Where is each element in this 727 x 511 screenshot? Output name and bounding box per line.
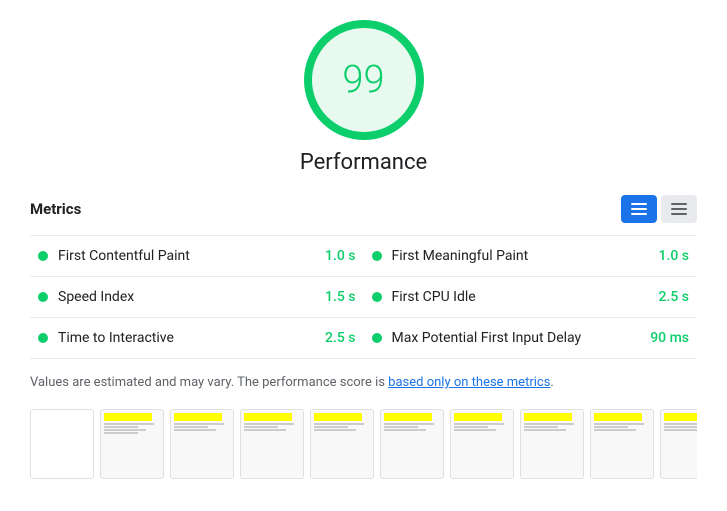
filmstrip-frame <box>660 409 697 479</box>
metric-name: First Contentful Paint <box>58 248 317 264</box>
score-label: Performance <box>300 150 427 175</box>
filmstrip-frame <box>100 409 164 479</box>
metrics-note: Values are estimated and may vary. The p… <box>30 373 697 393</box>
note-text-before: Values are estimated and may vary. The p… <box>30 375 388 390</box>
metric-dot <box>38 333 48 343</box>
metric-first-meaningful-paint: First Meaningful Paint 1.0 s <box>364 236 698 277</box>
metric-value: 1.0 s <box>325 248 356 264</box>
metric-max-first-input-delay: Max Potential First Input Delay 90 ms <box>364 318 698 359</box>
filmstrip-frame <box>520 409 584 479</box>
metric-first-cpu-idle: First CPU Idle 2.5 s <box>364 277 698 318</box>
metrics-link[interactable]: based only on these metrics <box>388 375 550 390</box>
metric-value: 1.0 s <box>659 248 690 264</box>
metrics-title: Metrics <box>30 200 81 218</box>
score-value: 99 <box>342 58 384 102</box>
metric-name: First CPU Idle <box>392 289 651 305</box>
metric-name: Time to Interactive <box>58 330 317 346</box>
list-view-toggle[interactable] <box>621 195 657 223</box>
filmstrip-frame <box>240 409 304 479</box>
filmstrip-frame <box>590 409 654 479</box>
filmstrip-frame <box>380 409 444 479</box>
metrics-header: Metrics <box>30 195 697 223</box>
metric-time-to-interactive: Time to Interactive 2.5 s <box>30 318 364 359</box>
metric-dot <box>372 333 382 343</box>
metric-first-contentful-paint: First Contentful Paint 1.0 s <box>30 236 364 277</box>
metric-speed-index: Speed Index 1.5 s <box>30 277 364 318</box>
metric-value: 1.5 s <box>325 289 356 305</box>
score-section: 99 Performance <box>30 20 697 175</box>
metric-value: 2.5 s <box>325 330 356 346</box>
view-toggle <box>621 195 697 223</box>
metric-name: First Meaningful Paint <box>392 248 651 264</box>
metrics-grid: First Contentful Paint 1.0 s First Meani… <box>30 235 697 359</box>
grid-view-toggle[interactable] <box>661 195 697 223</box>
metric-name: Speed Index <box>58 289 317 305</box>
metric-name: Max Potential First Input Delay <box>392 330 643 346</box>
filmstrip-frame <box>310 409 374 479</box>
metric-dot <box>38 292 48 302</box>
metric-dot <box>38 251 48 261</box>
list-icon <box>631 203 647 215</box>
filmstrip <box>30 409 697 479</box>
metric-dot <box>372 292 382 302</box>
note-text-after: . <box>550 375 553 390</box>
metric-value: 2.5 s <box>659 289 690 305</box>
metric-value: 90 ms <box>650 330 689 346</box>
filmstrip-frame <box>30 409 94 479</box>
filmstrip-frame <box>450 409 514 479</box>
metric-dot <box>372 251 382 261</box>
grid-icon <box>671 203 687 215</box>
score-circle: 99 <box>304 20 424 140</box>
filmstrip-frame <box>170 409 234 479</box>
